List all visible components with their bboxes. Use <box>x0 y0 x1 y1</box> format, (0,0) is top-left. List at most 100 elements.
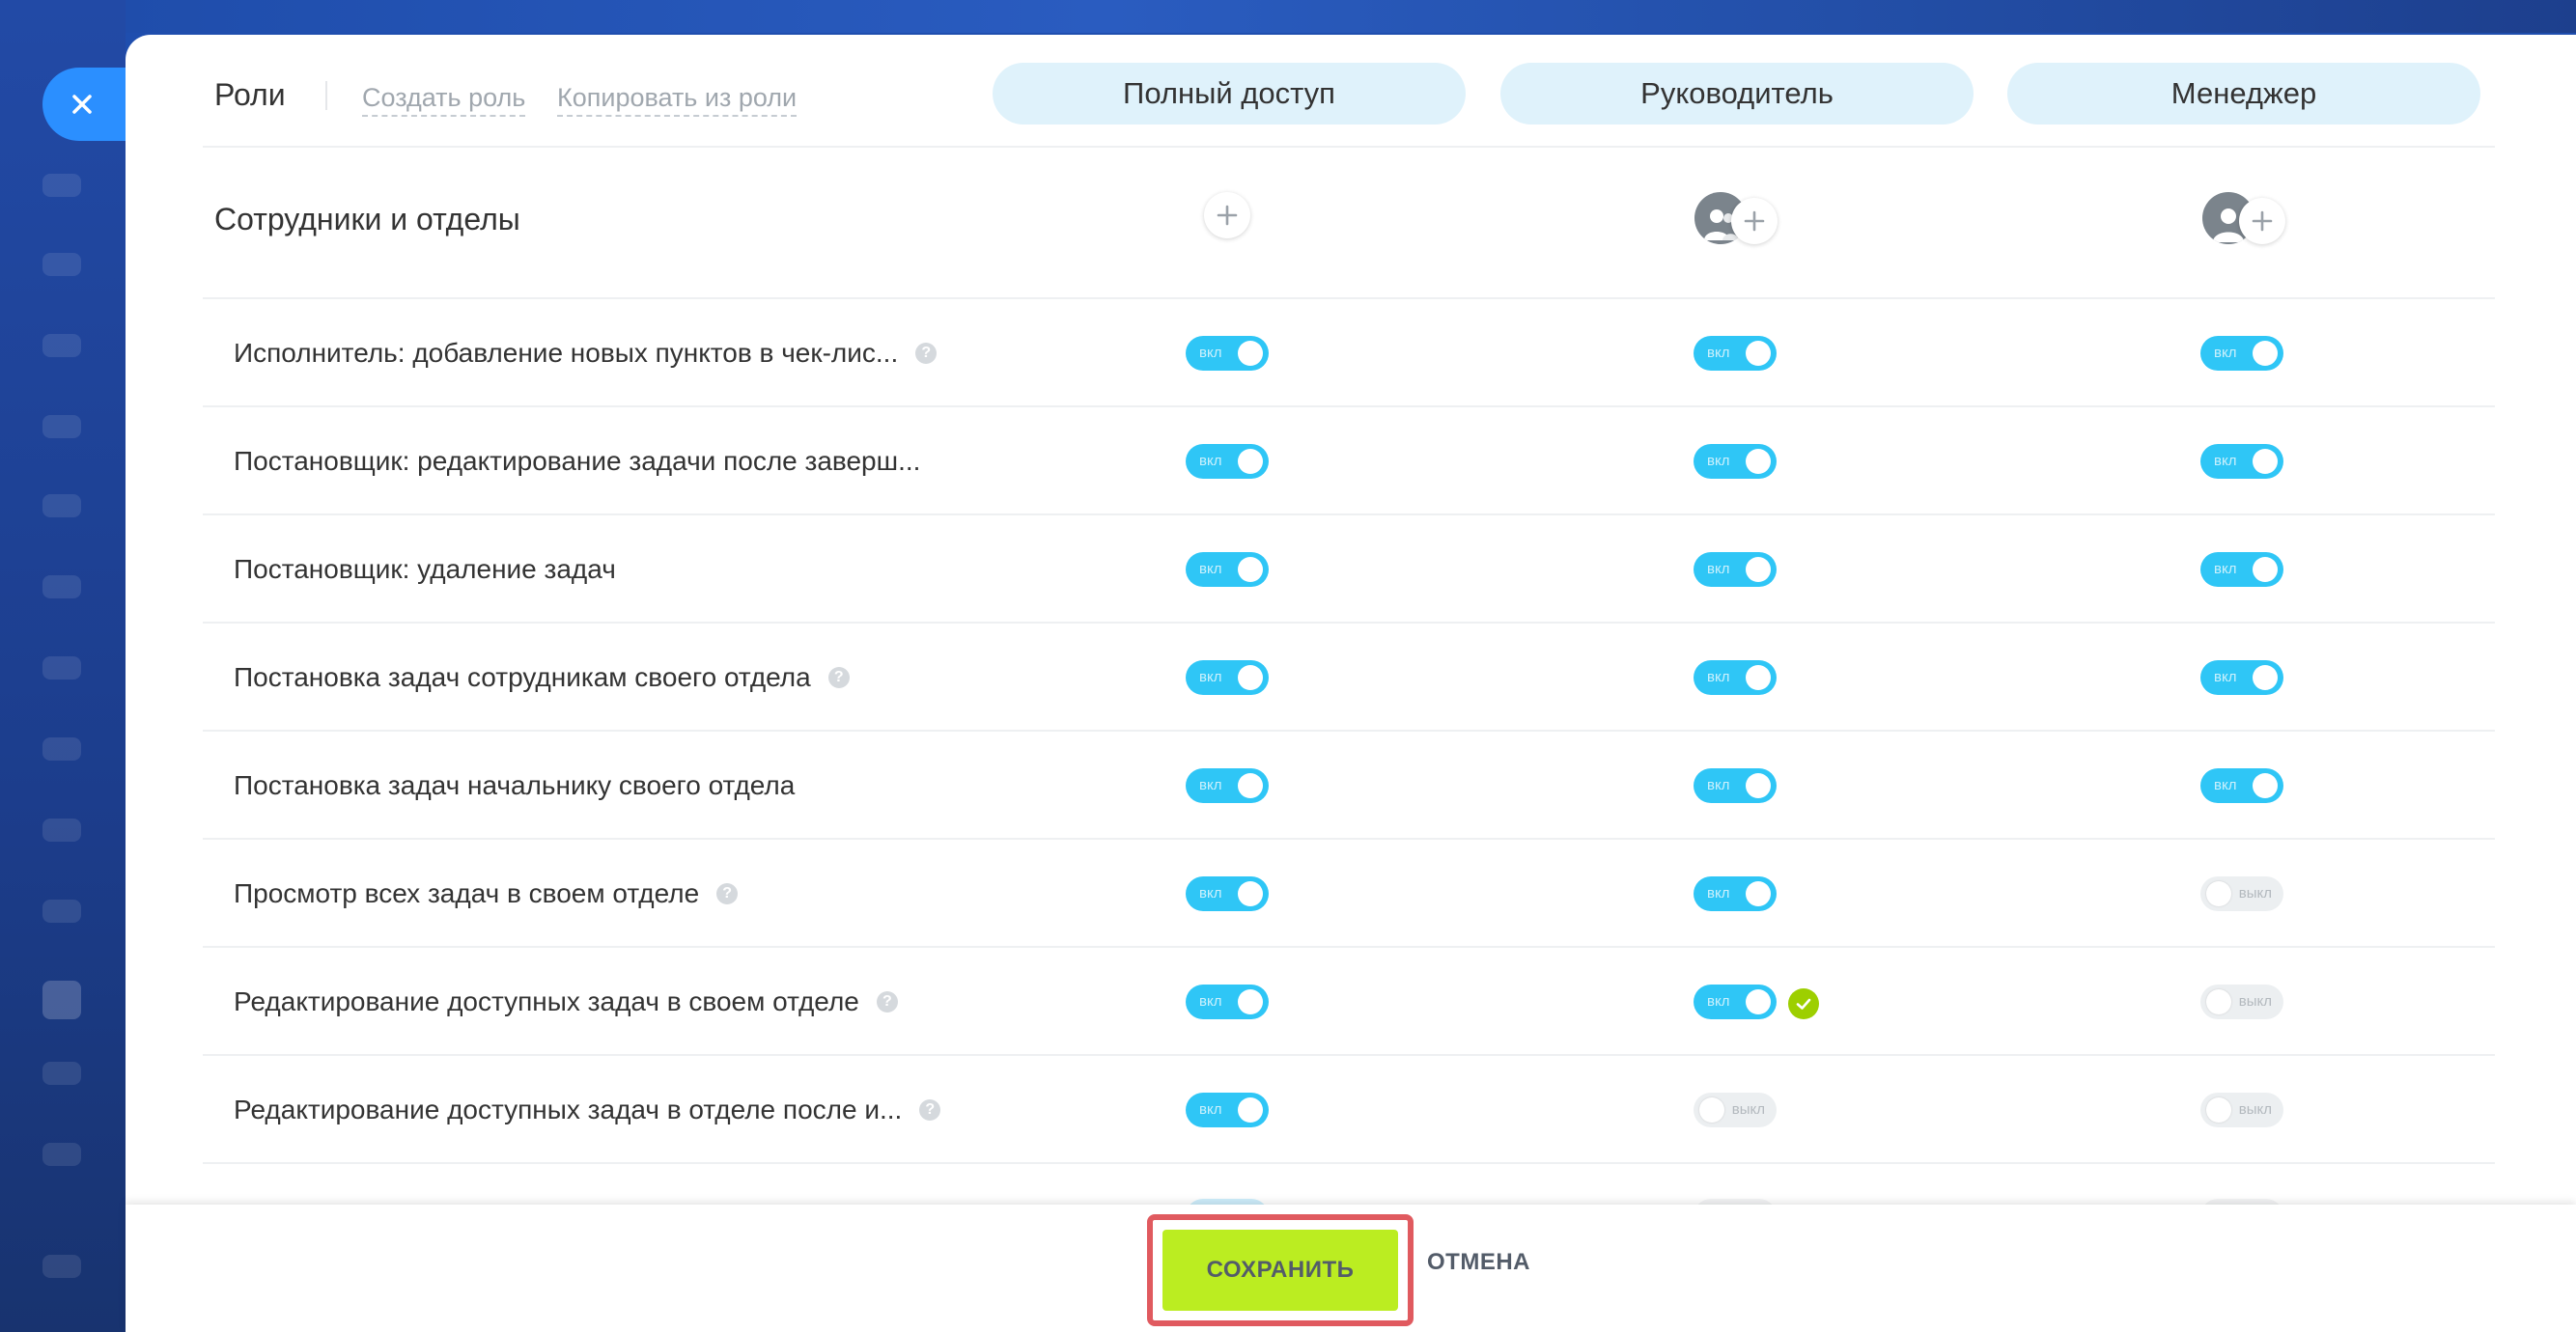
toggle-knob <box>1746 989 1771 1014</box>
background-topbar <box>126 0 2576 33</box>
permission-toggle-full-access[interactable]: вкл <box>1186 768 1269 803</box>
permission-row: Исполнитель: добавление новых пунктов в … <box>203 299 2495 407</box>
permission-label-text: Исполнитель: добавление новых пунктов в … <box>234 338 899 368</box>
toggle-state-label: вкл <box>1199 453 1222 469</box>
permission-toggle-full-access[interactable]: вкл <box>1186 336 1269 371</box>
toggle-state-label: вкл <box>2214 561 2237 577</box>
permission-toggle-full-access[interactable]: вкл <box>1186 1093 1269 1127</box>
toggle-state-label: вкл <box>1707 345 1730 361</box>
toggle-state-label: вкл <box>1199 1101 1222 1118</box>
check-icon <box>1788 988 1819 1019</box>
help-icon[interactable]: ? <box>716 883 739 904</box>
sidebar-blur-item <box>42 656 81 680</box>
add-staff-button-manager[interactable] <box>2239 198 2285 244</box>
close-slider-button[interactable] <box>42 68 129 141</box>
toggle-state-label: выкл <box>2238 993 2272 1010</box>
copy-role-link[interactable]: Копировать из роли <box>557 83 798 117</box>
help-icon[interactable]: ? <box>876 991 898 1013</box>
add-staff-button-full-access[interactable] <box>1204 192 1250 238</box>
sidebar-blur-item <box>42 737 81 761</box>
toggle-state-label: вкл <box>1707 777 1730 793</box>
permission-toggle-full-access[interactable]: вкл <box>1186 985 1269 1019</box>
permission-label: Редактирование доступных задач в своем о… <box>234 948 898 1056</box>
toggle-state-label: вкл <box>1707 885 1730 902</box>
staff-departments-row: Сотрудники и отделы <box>203 148 2495 299</box>
sidebar-blur-item <box>42 415 81 438</box>
toggle-state-label: выкл <box>1731 1101 1765 1118</box>
help-icon[interactable]: ? <box>919 1099 941 1121</box>
sidebar-blur-item <box>42 900 81 923</box>
permission-label: Просмотр всех задач в своем отделе? <box>234 840 739 948</box>
toggle-knob <box>1238 1097 1263 1123</box>
permission-toggle-head[interactable]: вкл <box>1694 444 1777 479</box>
permission-row: Редактирование доступных задач в своем о… <box>203 948 2495 1056</box>
plus-icon <box>1217 205 1238 226</box>
permission-toggle-manager[interactable]: выкл <box>2200 1093 2283 1127</box>
background-sidebar <box>0 0 126 1332</box>
plus-icon <box>2252 210 2273 232</box>
toggle-knob <box>1746 881 1771 906</box>
roles-title: Роли <box>214 77 286 112</box>
role-head[interactable]: Руководитель <box>1500 63 1974 125</box>
permission-toggle-full-access[interactable]: вкл <box>1186 876 1269 911</box>
permission-toggle-manager[interactable]: вкл <box>2200 660 2283 695</box>
permissions-panel: Роли Создать роль Копировать из роли Пол… <box>126 35 2576 1332</box>
permission-toggle-manager[interactable]: вкл <box>2200 552 2283 587</box>
permission-toggle-manager[interactable]: вкл <box>2200 336 2283 371</box>
permission-toggle-full-access[interactable]: вкл <box>1186 444 1269 479</box>
save-button[interactable]: СОХРАНИТЬ <box>1162 1230 1398 1311</box>
role-full-access[interactable]: Полный доступ <box>993 63 1466 125</box>
permission-label: Постановщик: редактирование задачи после… <box>234 407 920 515</box>
permission-label-text: Просмотр всех задач в своем отделе <box>234 878 700 908</box>
toggle-knob <box>1238 881 1263 906</box>
sidebar-blur-item <box>42 1255 81 1278</box>
permission-toggle-head[interactable]: вкл <box>1694 876 1777 911</box>
role-manager[interactable]: Менеджер <box>2007 63 2480 125</box>
permission-toggle-head[interactable]: выкл <box>1694 1093 1777 1127</box>
toggle-knob <box>1238 773 1263 798</box>
toggle-knob <box>1238 557 1263 582</box>
help-icon[interactable]: ? <box>827 667 850 688</box>
sidebar-blur-item <box>42 819 81 842</box>
permission-toggle-head[interactable]: вкл <box>1694 768 1777 803</box>
toggle-state-label: вкл <box>1199 777 1222 793</box>
cancel-button[interactable]: ОТМЕНА <box>1427 1249 1530 1276</box>
permission-toggle-manager[interactable]: выкл <box>2200 985 2283 1019</box>
create-role-link[interactable]: Создать роль <box>362 83 526 117</box>
permission-toggle-head[interactable]: вкл <box>1694 985 1777 1019</box>
permission-toggle-full-access[interactable]: вкл <box>1186 552 1269 587</box>
permission-toggle-head[interactable]: вкл <box>1694 660 1777 695</box>
close-icon <box>72 95 92 114</box>
add-staff-button-head[interactable] <box>1731 198 1778 244</box>
permission-toggle-head[interactable]: вкл <box>1694 336 1777 371</box>
toggle-state-label: вкл <box>1707 561 1730 577</box>
toggle-knob <box>1238 341 1263 366</box>
permission-toggle-manager[interactable]: выкл <box>2200 876 2283 911</box>
help-icon[interactable]: ? <box>915 343 938 364</box>
toggle-knob <box>1746 773 1771 798</box>
permission-toggle-full-access[interactable]: вкл <box>1186 660 1269 695</box>
permission-row: Постановщик: редактирование задачи после… <box>203 407 2495 515</box>
toggle-knob <box>2253 449 2278 474</box>
toggle-knob <box>1746 449 1771 474</box>
permission-label: Постановка задач сотрудникам своего отде… <box>234 624 850 732</box>
sidebar-blur-item <box>42 253 81 276</box>
toggle-state-label: вкл <box>1199 885 1222 902</box>
permission-label-text: Постановщик: удаление задач <box>234 554 616 584</box>
toggle-knob <box>1238 989 1263 1014</box>
permission-label-text: Постановка задач сотрудникам своего отде… <box>234 662 811 692</box>
toggle-state-label: вкл <box>2214 345 2237 361</box>
permission-toggle-head[interactable]: вкл <box>1694 552 1777 587</box>
permission-label: Постановщик: удаление задач <box>234 515 616 624</box>
toggle-state-label: вкл <box>2214 777 2237 793</box>
permission-toggle-manager[interactable]: вкл <box>2200 768 2283 803</box>
sidebar-blur-item <box>42 174 81 197</box>
permission-toggle-manager[interactable]: вкл <box>2200 444 2283 479</box>
toggle-knob <box>1238 449 1263 474</box>
toggle-knob <box>2253 773 2278 798</box>
toggle-knob <box>1699 1097 1724 1123</box>
permissions-table: Роли Создать роль Копировать из роли Пол… <box>203 35 2495 1164</box>
permission-row: Редактирование доступных задач в отделе … <box>203 1056 2495 1164</box>
toggle-knob <box>1746 557 1771 582</box>
footer-bar: СОХРАНИТЬ ОТМЕНА <box>126 1205 2576 1332</box>
